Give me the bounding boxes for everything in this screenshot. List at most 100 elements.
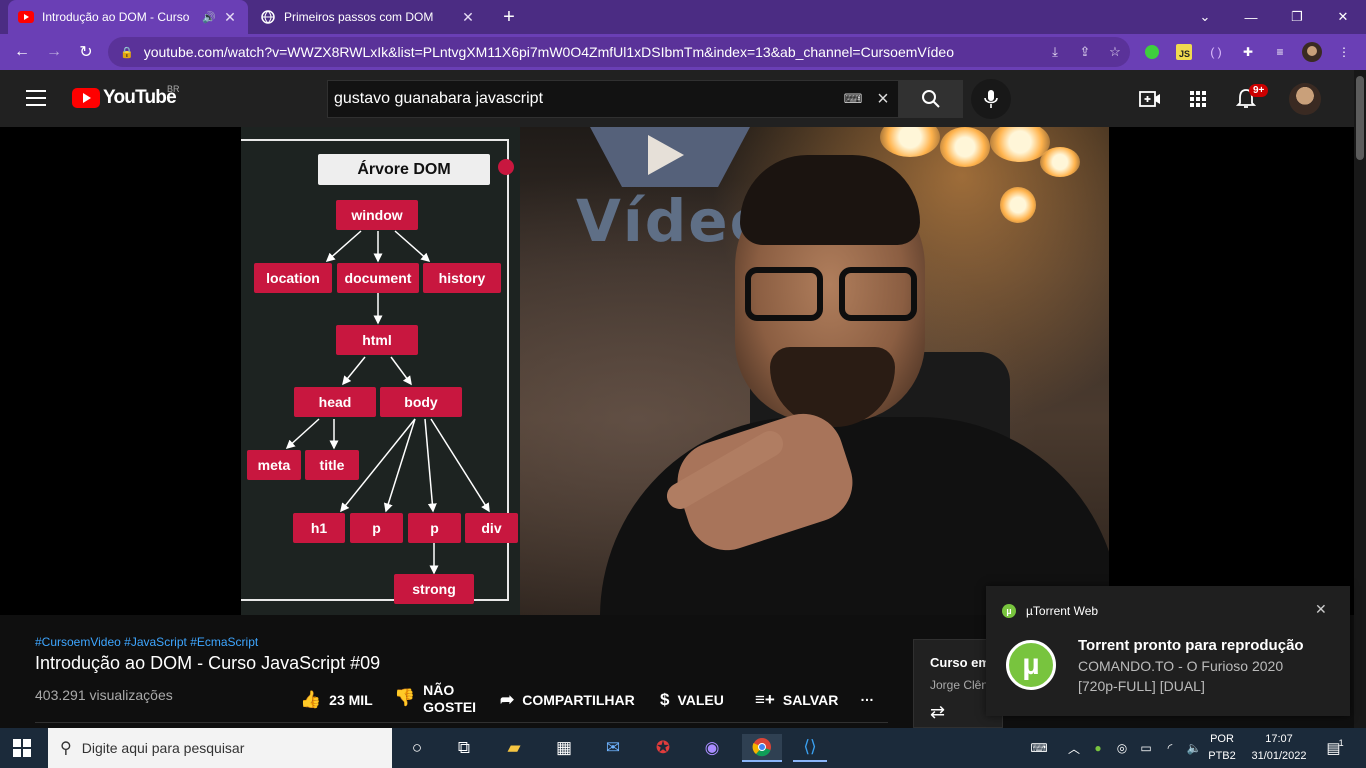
lamp (940, 127, 990, 167)
search-input[interactable]: gustavo guanabara javascript ⌨ × (327, 80, 899, 118)
scrollbar-thumb[interactable] (1356, 76, 1364, 160)
more-icon: … (860, 688, 874, 704)
action-center-icon[interactable]: ▤ 1 (1322, 728, 1348, 768)
account-avatar[interactable] (1289, 83, 1321, 115)
taskbar-search-placeholder: Digite aqui para pesquisar (81, 740, 245, 756)
clock-time: 17:07 (1265, 733, 1293, 745)
video-player[interactable]: Árvore DOM window location document hist… (0, 127, 1354, 615)
thanks-label: VALEU (677, 692, 724, 708)
add-to-playlist-icon: ≡+ (755, 690, 775, 709)
close-tab-icon[interactable]: ✕ (460, 9, 476, 26)
node-document: document (337, 263, 419, 293)
back-icon[interactable]: ← (10, 40, 34, 64)
loop-icon[interactable]: ⇄ (930, 702, 945, 723)
thanks-button[interactable]: $ VALEU (660, 690, 724, 710)
speaker-icon[interactable]: 🔊 (202, 11, 216, 24)
save-label: SALVAR (782, 692, 839, 708)
reload-icon[interactable]: ↻ (74, 40, 98, 64)
search-button[interactable] (899, 80, 963, 118)
windows-notification-toast[interactable]: µ µTorrent Web ✕ µ Torrent pronto para r… (986, 586, 1350, 716)
thumbs-down-icon: 👎 (394, 688, 416, 707)
system-clock[interactable]: 17:07 31/01/2022 (1244, 731, 1314, 765)
language-code: POR (1210, 733, 1234, 745)
keyboard-icon[interactable]: ⌨ (838, 91, 868, 107)
extension-green-icon[interactable] (1142, 42, 1162, 62)
node-p: p (350, 513, 403, 543)
utorrent-small-icon: µ (1002, 604, 1016, 618)
dislike-button[interactable]: 👎 NÃO GOSTEI (394, 682, 476, 716)
discord-icon[interactable]: ◉ (697, 734, 727, 762)
node-p: p (408, 513, 461, 543)
wifi-icon[interactable]: ◜ (1160, 728, 1180, 768)
youtube-wordmark: YouTube (103, 87, 177, 108)
node-body: body (380, 387, 462, 417)
restore-button[interactable]: ❐ (1274, 0, 1320, 34)
hashtags-link[interactable]: #CursoemVideo #JavaScript #EcmaScript (35, 635, 258, 649)
like-button[interactable]: 👍 23 MIL (300, 690, 373, 710)
close-toast-icon[interactable]: ✕ (1315, 601, 1327, 618)
language-indicator[interactable]: POR PTB2 (1204, 731, 1240, 765)
clear-search-icon[interactable]: × (868, 88, 898, 111)
chrome-icon[interactable] (742, 734, 782, 762)
view-count: 403.291 visualizações (35, 687, 173, 703)
tab-introducao-dom[interactable]: Introdução ao DOM - Curso 🔊 ✕ (8, 0, 248, 34)
extension-brackets-icon[interactable]: ( ) (1206, 42, 1226, 62)
keyboard-tray-icon[interactable]: ⌨ (1024, 728, 1054, 768)
menu-hamburger-icon[interactable] (26, 90, 46, 106)
dom-tree-board: Árvore DOM window location document hist… (241, 127, 520, 615)
antivirus-icon[interactable]: ✪ (648, 734, 678, 762)
node-history: history (423, 263, 501, 293)
task-view-icon[interactable]: ⧉ (449, 734, 479, 762)
file-explorer-icon[interactable]: ▰ (499, 734, 529, 762)
cortana-icon[interactable]: ○ (402, 734, 432, 762)
minimize-button[interactable]: — (1228, 0, 1274, 34)
video-title: Introdução ao DOM - Curso JavaScript #09 (35, 653, 381, 673)
mail-icon[interactable]: ✉ (598, 734, 628, 762)
apps-grid-icon[interactable] (1185, 86, 1211, 112)
vscode-icon[interactable]: ⟨⟩ (793, 734, 827, 762)
chrome-menu-icon[interactable]: ⋮ (1334, 42, 1354, 62)
clock-date: 31/01/2022 (1251, 750, 1307, 762)
node-title: title (305, 450, 359, 480)
create-video-icon[interactable] (1137, 86, 1163, 112)
install-icon[interactable]: ⤓ (1040, 44, 1070, 60)
extensions-puzzle-icon[interactable]: ✚ (1238, 42, 1258, 62)
page-scrollbar[interactable] (1354, 70, 1366, 728)
tab-primeiros-passos[interactable]: Primeiros passos com DOM ✕ (250, 0, 486, 34)
more-actions-button[interactable]: … (860, 688, 874, 704)
forward-icon[interactable]: → (42, 40, 66, 64)
tab-search-icon[interactable]: ⌄ (1182, 0, 1228, 34)
search-icon: ⚲ (60, 740, 72, 757)
share-button[interactable]: ➦ COMPARTILHAR (500, 690, 635, 710)
close-window-button[interactable]: ✕ (1320, 0, 1366, 34)
utorrent-tray-icon[interactable]: ● (1088, 728, 1108, 768)
microsoft-store-icon[interactable]: ▦ (549, 734, 579, 762)
save-button[interactable]: ≡+ SALVAR (755, 690, 838, 710)
share-icon[interactable]: ⇪ (1070, 44, 1100, 60)
battery-icon[interactable]: ▭ (1136, 728, 1156, 768)
url-text: youtube.com/watch?v=WWZX8RWLxIk&list=PLn… (143, 44, 954, 60)
voice-search-button[interactable] (971, 79, 1011, 119)
show-hidden-icons[interactable]: ︿ (1064, 728, 1084, 768)
node-meta: meta (247, 450, 301, 480)
search-query: gustavo guanabara javascript (334, 90, 544, 107)
search-icon (922, 90, 940, 108)
media-queue-icon[interactable]: ≡ (1270, 42, 1290, 62)
windows-taskbar: ⚲ Digite aqui para pesquisar ○ ⧉ ▰ ▦ ✉ ✪… (0, 728, 1366, 768)
address-bar[interactable]: 🔒 youtube.com/watch?v=WWZX8RWLxIk&list=P… (108, 37, 1130, 67)
profile-avatar-icon[interactable] (1302, 42, 1322, 62)
taskbar-search-box[interactable]: ⚲ Digite aqui para pesquisar (48, 728, 392, 768)
video-frame[interactable]: Árvore DOM window location document hist… (241, 127, 1109, 615)
new-tab-button[interactable]: + (498, 6, 520, 29)
extension-js-icon[interactable]: JS (1174, 42, 1194, 62)
youtube-logo[interactable]: YouTube BR (72, 84, 180, 109)
lock-icon[interactable]: 🔒 (120, 46, 134, 59)
close-tab-icon[interactable]: ✕ (222, 9, 238, 26)
browser-tab-strip: Introdução ao DOM - Curso 🔊 ✕ Primeiros … (0, 0, 1366, 34)
toast-app-name: µTorrent Web (1026, 604, 1099, 618)
keyboard-layout: PTB2 (1208, 750, 1236, 762)
camera-tray-icon[interactable]: ◎ (1112, 728, 1132, 768)
windows-start-icon[interactable] (13, 739, 31, 757)
volume-icon[interactable]: 🔈 (1184, 728, 1204, 768)
bookmark-star-icon[interactable]: ☆ (1100, 44, 1130, 60)
